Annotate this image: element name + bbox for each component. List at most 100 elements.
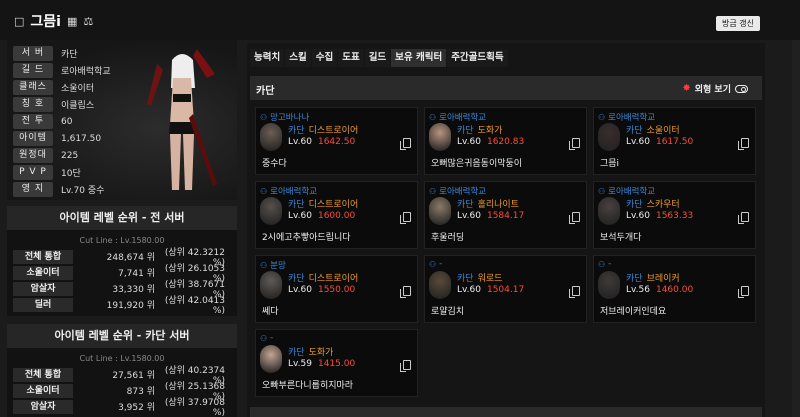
character-card[interactable]: ⚇ 로아배럭학교 카단 스카우터 Lv.60 1563.33 보석두개다 (593, 181, 756, 249)
card-character-name: 저브레이커인데요 (600, 307, 667, 317)
card-level: Lv.60 (626, 211, 650, 221)
appearance-toggle[interactable]: ✸ 외형 보기 (682, 82, 748, 95)
character-portrait (429, 271, 451, 299)
card-level: Lv.60 (288, 211, 312, 221)
guild-members-icon: ⚇ (598, 259, 606, 269)
guild-members-icon: ⚇ (598, 186, 606, 196)
profile-row: P V P 10단 (13, 165, 81, 180)
card-class-line: 카단 홀리나이트 (457, 197, 519, 210)
profile-label: 아이템 (13, 131, 53, 146)
card-guild: ⚇ - (598, 259, 611, 269)
card-level-line: Lv.60 1600.00 (288, 211, 355, 221)
bookmark-icon[interactable]: □ (14, 15, 24, 28)
profile-value: 1,617.50 (61, 133, 102, 144)
character-card[interactable]: ⚇ - 카단 워로드 Lv.60 1504.17 로얄김치 (424, 255, 587, 323)
copy-icon[interactable] (738, 138, 749, 150)
tab-item[interactable]: 수집 (311, 49, 338, 67)
card-level: Lv.60 (457, 285, 481, 295)
card-guild: ⚇ 로아배럭학교 (429, 111, 486, 124)
copy-icon[interactable] (569, 138, 580, 150)
copy-icon[interactable] (569, 286, 580, 298)
character-card[interactable]: ⚇ 분망 카단 디스트로이어 Lv.60 1550.00 쎄다 (255, 255, 418, 323)
rank-value: 248,674 위 (106, 253, 155, 263)
copy-icon[interactable] (569, 212, 580, 224)
card-class: 도화가 (477, 126, 503, 136)
rank-value: 27,561 위 (112, 371, 155, 381)
tab-item[interactable]: 주간골드획득 (447, 49, 508, 67)
rank-row: 암살자 3,952 위 (상위 37.9708 %) (7, 398, 237, 417)
copy-icon[interactable] (738, 286, 749, 298)
profile-value: Lv.70 중수 (61, 186, 105, 196)
tab-item[interactable]: 길드 (364, 49, 391, 67)
card-level: Lv.60 (626, 137, 650, 147)
profile-value: 소울이터 (61, 84, 95, 94)
tab-item[interactable]: 도표 (338, 49, 364, 67)
copy-icon[interactable] (738, 212, 749, 224)
rank-row: 딜러 191,920 위 (상위 42.0413 %) (7, 296, 237, 316)
next-section-bar (250, 407, 762, 417)
character-portrait (260, 271, 282, 299)
card-server: 카단 (457, 126, 474, 136)
tab-item[interactable]: 보유 캐릭터 (391, 49, 447, 67)
card-item-level: 1504.17 (486, 285, 525, 295)
card-character-name: 중수다 (262, 159, 287, 169)
card-level-line: Lv.60 1620.83 (457, 137, 524, 147)
copy-icon[interactable] (400, 360, 411, 372)
sparkle-icon: ✸ (682, 83, 691, 94)
rank-value: 3,952 위 (118, 403, 155, 413)
card-item-level: 1620.83 (486, 137, 525, 147)
card-level-line: Lv.60 1642.50 (288, 137, 355, 147)
copy-icon[interactable] (400, 212, 411, 224)
copy-icon[interactable] (400, 286, 411, 298)
character-card[interactable]: ⚇ 로아배럭학교카단 도화가 Lv.60 1620.83 오뻐많은귀음동이막둥이 (424, 107, 587, 175)
card-character-name: 오빠부른다니롭히지마라 (262, 381, 354, 391)
profile-label: 영 지 (13, 182, 53, 197)
profile-label: P V P (13, 165, 53, 180)
card-level-line: Lv.60 1584.17 (457, 211, 524, 221)
character-card[interactable]: ⚇ - 카단 브레이커 Lv.56 1460.00 저브레이커인데요 (593, 255, 756, 323)
card-guild-name: - (439, 259, 443, 269)
scrollbar[interactable] (792, 40, 800, 417)
character-card[interactable]: ⚇ 로아배럭학교 카단 홀리나이트 Lv.60 1584.17 후울러딩 (424, 181, 587, 249)
rank-value: 33,330 위 (112, 285, 155, 295)
character-portrait (260, 123, 282, 151)
profile-label: 길 드 (13, 63, 53, 78)
rank-label: 전체 통합 (13, 367, 73, 382)
profile-value: 60 (61, 116, 73, 127)
character-card[interactable]: ⚇ - 카단 도화가 Lv.59 1415.00 오빠부른다니롭히지마라 (255, 329, 418, 397)
guild-members-icon: ⚇ (598, 112, 606, 122)
card-server: 카단 (288, 274, 305, 284)
tab-item[interactable]: 스킬 (285, 49, 311, 67)
profile-label: 서 버 (13, 46, 53, 61)
card-guild: ⚇ 로아배럭학교 (598, 111, 655, 124)
profile-label: 클래스 (13, 80, 53, 95)
rank-label: 소울이터 (13, 383, 73, 398)
rank-server-cutline: Cut Line : Lv.1580.00 (79, 354, 165, 363)
character-portrait (260, 345, 282, 373)
appearance-label: 외형 보기 (694, 85, 731, 95)
header-left: □ 그믐i ▦ ⚖ (14, 11, 93, 31)
character-portrait (598, 123, 620, 151)
rank-value: 191,920 위 (106, 301, 155, 311)
scale-icon[interactable]: ⚖ (83, 15, 93, 28)
card-class: 워로드 (477, 274, 503, 284)
card-level: Lv.60 (457, 211, 481, 221)
card-item-level: 1617.50 (655, 137, 694, 147)
tab-item[interactable]: 능력치 (250, 49, 285, 67)
card-item-level: 1550.00 (317, 285, 356, 295)
profile-value: 로아배럭학교 (61, 67, 111, 77)
toggle-icon[interactable] (735, 84, 748, 93)
character-card[interactable]: ⚇ 망고바나나 카단 디스트로이어 Lv.60 1642.50 중수다 (255, 107, 418, 175)
refresh-button[interactable]: 방금 갱신 (716, 16, 760, 31)
card-class-line: 카단 워로드 (457, 271, 502, 284)
card-level: Lv.59 (288, 359, 312, 369)
card-character-name: 오뻐많은귀음동이막둥이 (431, 159, 523, 169)
rank-total-box: 아이템 레벨 순위 - 전 서버 Cut Line : Lv.1580.00 전… (7, 206, 237, 316)
card-server: 카단 (288, 200, 305, 210)
copy-icon[interactable] (400, 138, 411, 150)
card-character-name: 2시에고추빻아드립니다 (262, 233, 351, 243)
character-card[interactable]: ⚇ 로아배럭학교 카단 소울이터 Lv.60 1617.50 그믐i (593, 107, 756, 175)
card-class-line: 카단 소울이터 (626, 123, 680, 136)
id-card-icon[interactable]: ▦ (67, 15, 77, 28)
character-card[interactable]: ⚇ 로아배럭학교 카단 디스트로이어 Lv.60 1600.00 2시에고추빻아드립니다 (255, 181, 418, 249)
